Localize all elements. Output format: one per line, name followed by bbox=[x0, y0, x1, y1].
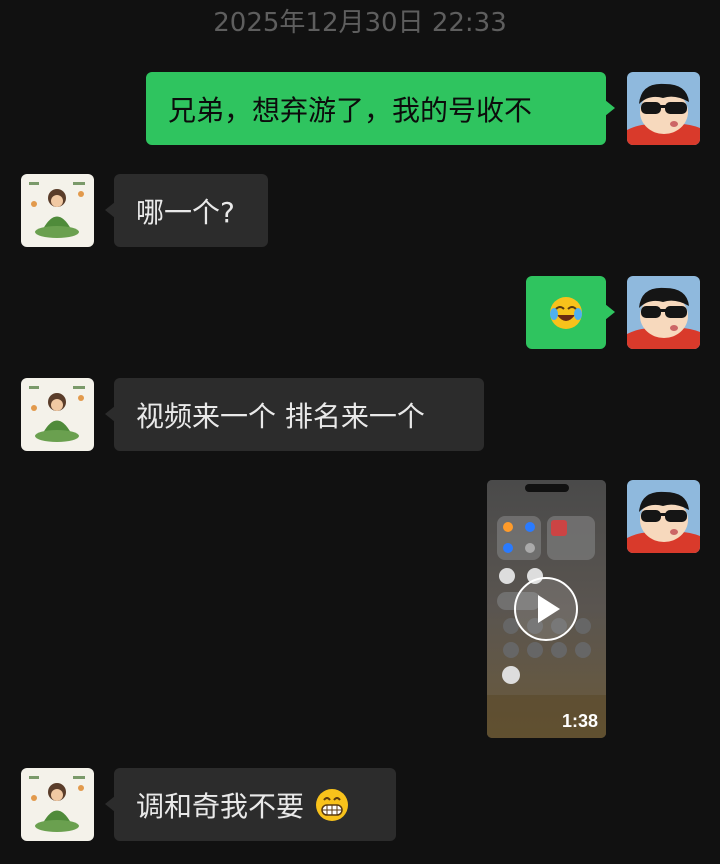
message-bubble-incoming[interactable]: 哪一个? bbox=[105, 174, 268, 247]
video-thumbnail bbox=[487, 480, 606, 738]
message-text: 视频来一个 排名来一个 bbox=[136, 399, 425, 433]
cartoon-boy-meditating-avatar-icon bbox=[21, 174, 94, 247]
message-bubble-outgoing[interactable]: 兄弟，想弃游了，我的号收不 bbox=[146, 72, 615, 145]
friend-avatar[interactable] bbox=[21, 378, 94, 451]
message-text: 兄弟，想弃游了，我的号收不 bbox=[168, 93, 533, 127]
cartoon-boy-meditating-avatar-icon bbox=[21, 378, 94, 451]
message-bubble-incoming[interactable]: 调和奇我不要 bbox=[105, 768, 396, 841]
message-text: 调和奇我不要 bbox=[136, 789, 305, 823]
my-avatar[interactable] bbox=[627, 480, 700, 553]
cartoon-boy-meditating-avatar-icon bbox=[21, 768, 94, 841]
play-icon bbox=[514, 577, 578, 641]
cartoon-boy-sunglasses-avatar-icon bbox=[627, 480, 700, 553]
face-with-tears-of-joy-icon bbox=[548, 295, 584, 331]
my-avatar[interactable] bbox=[627, 72, 700, 145]
video-message[interactable]: 1:38 bbox=[487, 480, 606, 738]
message-text: 哪一个? bbox=[136, 195, 235, 229]
cartoon-boy-sunglasses-avatar-icon bbox=[627, 276, 700, 349]
my-avatar[interactable] bbox=[627, 276, 700, 349]
cartoon-boy-sunglasses-avatar-icon bbox=[627, 72, 700, 145]
chat-timestamp: 2025年12月30日 22:33 bbox=[213, 8, 507, 38]
friend-avatar[interactable] bbox=[21, 174, 94, 247]
message-bubble-outgoing-emoji[interactable] bbox=[526, 276, 615, 349]
friend-avatar[interactable] bbox=[21, 768, 94, 841]
video-duration: 1:38 bbox=[561, 711, 598, 731]
grinning-face-icon bbox=[314, 787, 350, 823]
message-bubble-incoming[interactable]: 视频来一个 排名来一个 bbox=[105, 378, 484, 451]
